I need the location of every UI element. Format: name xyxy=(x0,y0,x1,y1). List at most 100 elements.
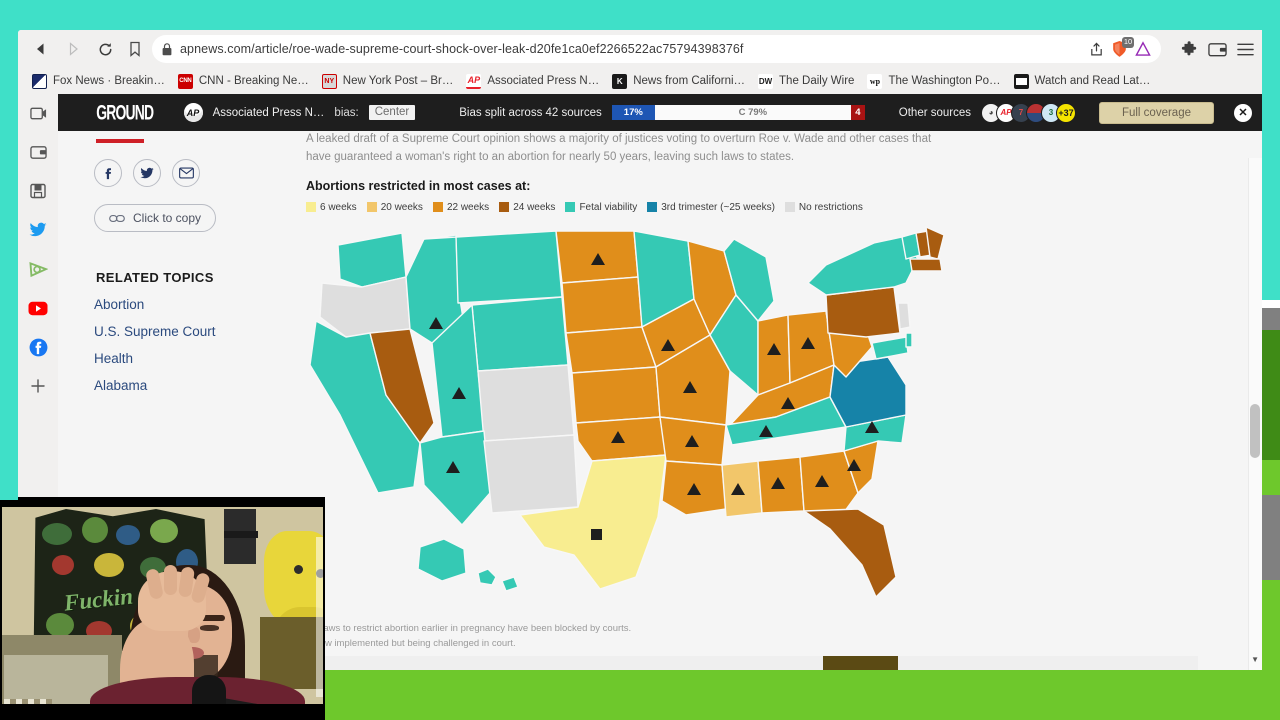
legend-label: 20 weeks xyxy=(380,201,423,213)
reload-button[interactable] xyxy=(90,34,120,64)
twitter-share-button[interactable] xyxy=(133,159,161,187)
facebook-share-button[interactable] xyxy=(94,159,122,187)
bookmark-icon[interactable] xyxy=(128,41,142,57)
state-FL xyxy=(803,507,897,598)
facebook-icon[interactable] xyxy=(27,336,49,358)
wallet-icon[interactable] xyxy=(27,141,49,163)
state-OR xyxy=(319,275,411,338)
forward-button[interactable] xyxy=(58,34,88,64)
bookmark-cnn[interactable]: CNN CNN - Breaking Ne… xyxy=(174,72,318,91)
source-name: Associated Press N… xyxy=(212,106,325,119)
screen-stage: apnews.com/article/roe-wade-supreme-cour… xyxy=(0,0,1280,720)
cnn-favicon: CNN xyxy=(177,73,193,89)
bookmark-washington-post[interactable]: wp The Washington Po… xyxy=(863,72,1009,91)
abortion-law-map-graphic: A leaked draft of a Supreme Court opinio… xyxy=(306,131,966,645)
bias-split-label: Bias split across 42 sources xyxy=(459,106,602,119)
bookmark-watch-and-read-later[interactable]: Watch and Read Lat… xyxy=(1010,72,1160,91)
legend-swatch xyxy=(306,202,316,213)
youtube-icon[interactable] xyxy=(27,297,49,319)
bookmark-associated-press[interactable]: AP Associated Press N… xyxy=(462,72,608,91)
related-topic-link[interactable]: Abortion xyxy=(94,297,279,312)
bias-left-segment: 17% xyxy=(611,105,655,120)
map-footnote: ▲ Laws to restrict abortion earlier in p… xyxy=(306,623,632,634)
fox-news-favicon xyxy=(32,73,47,89)
state-MA xyxy=(909,257,943,272)
legend-swatch xyxy=(784,202,795,213)
browser-toolbar: apnews.com/article/roe-wade-supreme-cour… xyxy=(18,30,1262,68)
state-DE xyxy=(905,331,913,348)
bias-split-bar[interactable]: 17% C 79% 4 xyxy=(611,105,865,120)
scrollbar-thumb[interactable] xyxy=(1250,404,1260,458)
state-MD xyxy=(871,335,909,360)
email-share-button[interactable] xyxy=(172,159,200,187)
legend-swatch xyxy=(647,202,658,213)
address-bar[interactable]: apnews.com/article/roe-wade-supreme-cour… xyxy=(152,35,1161,63)
bookmark-label: The Daily Wire xyxy=(779,75,855,87)
bookmarks-icon[interactable] xyxy=(27,180,49,202)
copy-link-label: Click to copy xyxy=(133,211,202,225)
twitter-icon[interactable] xyxy=(27,219,49,241)
graphic-subtitle: Abortions restricted in most cases at: xyxy=(306,178,531,193)
state-SD xyxy=(561,275,643,334)
state-AZ xyxy=(419,429,491,526)
add-icon[interactable] xyxy=(27,375,49,397)
copy-link-button[interactable]: Click to copy xyxy=(94,204,217,232)
related-topics-title: RELATED TOPICS xyxy=(96,270,214,285)
url-text: apnews.com/article/roe-wade-supreme-cour… xyxy=(180,42,744,56)
article-share-column: Click to copy RELATED TOPICS Abortion U.… xyxy=(94,131,279,405)
full-coverage-button[interactable]: Full coverage xyxy=(1098,101,1214,124)
state-AK xyxy=(417,537,467,582)
washington-post-favicon: wp xyxy=(867,73,883,89)
map-legend: 6 weeks 20 weeks 22 weeks 24 weeks Fetal… xyxy=(306,202,966,213)
shield-blocked-count: 10 xyxy=(1122,37,1134,48)
bookmark-label: The Washington Po… xyxy=(888,75,1001,87)
extensions-icon[interactable] xyxy=(1181,40,1198,58)
close-icon[interactable]: ✕ xyxy=(1234,103,1252,122)
bookmark-fox-news[interactable]: Fox News · Breakin… xyxy=(28,72,174,91)
state-NY xyxy=(807,235,919,296)
map-footnotes: ▲ Laws to restrict abortion earlier in p… xyxy=(306,621,631,651)
legend-label: 22 weeks xyxy=(446,201,490,213)
related-topic-link[interactable]: U.S. Supreme Court xyxy=(94,324,279,339)
webcam-letterbox-top xyxy=(0,497,325,507)
legend-item: 22 weeks xyxy=(432,201,490,213)
state-HI2 xyxy=(501,575,519,592)
marker-square-TX xyxy=(591,528,602,540)
brave-rewards-icon[interactable] xyxy=(1135,41,1151,57)
scroll-down-arrow[interactable]: ▼ xyxy=(1251,655,1259,664)
bookmark-new-york-post[interactable]: NY New York Post – Br… xyxy=(318,72,463,91)
bookmark-label: New York Post – Br… xyxy=(342,75,454,87)
share-icon[interactable] xyxy=(1089,42,1104,57)
legend-item: Fetal viability xyxy=(565,202,637,213)
bookmark-label: Watch and Read Lat… xyxy=(1034,75,1151,87)
ap-favicon: AP xyxy=(466,73,482,89)
menu-icon[interactable] xyxy=(1237,42,1254,57)
legend-item: 3rd trimester (~25 weeks) xyxy=(647,202,775,213)
link-icon xyxy=(109,214,125,222)
legend-swatch xyxy=(499,202,510,213)
brave-shield-icon[interactable]: 10 xyxy=(1111,37,1134,58)
nypost-favicon: NY xyxy=(321,73,337,89)
state-NJ xyxy=(897,301,911,330)
webcam-letterbox-bottom xyxy=(0,704,325,720)
legend-label: 3rd trimester (~25 weeks) xyxy=(661,201,775,213)
other-source-avatars[interactable]: ◕ AP 7 3 +37 xyxy=(981,102,1077,123)
us-choropleth-map[interactable] xyxy=(306,225,951,645)
eye xyxy=(200,625,219,631)
wallet-icon[interactable] xyxy=(1208,41,1227,58)
finger xyxy=(164,565,177,595)
rumble-icon[interactable] xyxy=(27,258,49,280)
state-KS xyxy=(571,365,661,424)
bias-value: Center xyxy=(368,105,416,120)
related-topic-link[interactable]: Health xyxy=(94,351,279,366)
back-button[interactable] xyxy=(26,34,56,64)
state-CO xyxy=(477,363,575,442)
related-topic-link[interactable]: Alabama xyxy=(94,378,279,393)
ground-news-logo[interactable]: GROUND xyxy=(96,100,154,125)
bookmark-news-from-california[interactable]: K News from Californi… xyxy=(608,72,754,91)
playlist-icon[interactable] xyxy=(27,102,49,124)
bookmark-label: Fox News · Breakin… xyxy=(53,75,165,87)
vertical-scrollbar[interactable]: ▼ xyxy=(1248,158,1262,670)
page-bottom-accent xyxy=(823,656,898,670)
bookmark-daily-wire[interactable]: DW The Daily Wire xyxy=(754,72,863,91)
